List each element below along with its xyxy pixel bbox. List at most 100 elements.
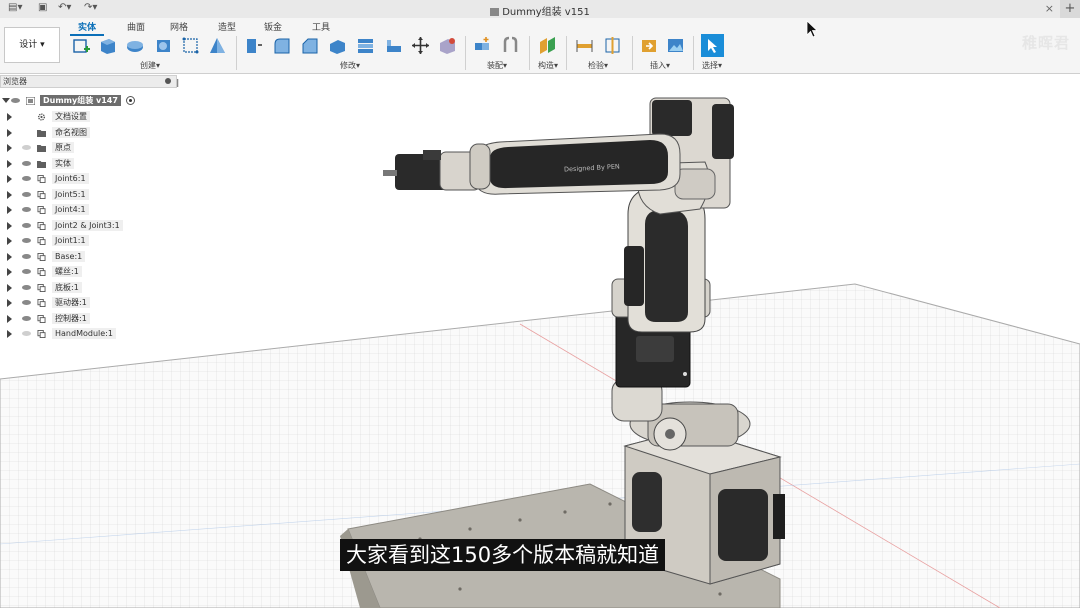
3d-viewport[interactable]: Designed By PEN	[0, 74, 1080, 608]
tab-form[interactable]: 造型	[218, 20, 236, 33]
new-tab-icon[interactable]: +	[1060, 0, 1080, 18]
measure-icon[interactable]	[575, 36, 594, 55]
ribbon-separator	[632, 36, 633, 70]
component-icon	[37, 206, 46, 214]
component-icon	[37, 330, 46, 338]
sweep-icon[interactable]	[154, 36, 173, 55]
loft-icon[interactable]	[181, 36, 200, 55]
chamfer-icon[interactable]	[300, 36, 319, 55]
component-icon	[37, 283, 46, 292]
expand-arrow-icon[interactable]	[7, 314, 12, 323]
folder-icon	[37, 160, 46, 168]
create-sketch-icon[interactable]	[72, 36, 91, 55]
shell-icon[interactable]	[328, 36, 347, 55]
expand-arrow-icon[interactable]	[7, 128, 12, 137]
expand-arrow-icon[interactable]	[7, 330, 12, 338]
visibility-eye-icon[interactable]	[22, 284, 31, 290]
browser-panel-header[interactable]: 浏览器 ❙	[0, 75, 181, 88]
tab-sheet-metal[interactable]: 钣金	[264, 20, 282, 33]
visibility-eye-icon[interactable]	[22, 331, 31, 336]
revolve-icon[interactable]	[126, 36, 145, 55]
tree-item-label: Joint5:1	[52, 188, 89, 200]
move-icon[interactable]	[411, 36, 430, 55]
tab-tools[interactable]: 工具	[312, 20, 330, 33]
panel-collapse-icon[interactable]: ❙	[174, 77, 181, 88]
group-modify[interactable]: 修改▾	[340, 60, 360, 71]
tree-root-label: Dummy组装 v147	[40, 95, 121, 106]
expand-arrow-icon[interactable]	[7, 159, 12, 168]
brand-watermark: 稚晖君	[1021, 34, 1070, 52]
pin-icon[interactable]	[165, 78, 171, 84]
group-assemble[interactable]: 装配▾	[487, 60, 507, 71]
tree-item-label: 控制器:1	[52, 312, 90, 324]
pyramid-icon[interactable]	[208, 36, 227, 55]
visibility-eye-icon[interactable]	[22, 176, 31, 181]
tab-surface[interactable]: 曲面	[127, 20, 145, 33]
appearance-icon[interactable]	[438, 36, 457, 55]
tree-item-label: 原点	[52, 142, 74, 153]
expand-arrow-icon[interactable]	[7, 283, 12, 292]
component-icon	[37, 237, 46, 245]
joint-icon[interactable]	[501, 36, 520, 55]
visibility-eye-icon[interactable]	[22, 160, 31, 166]
robot-forearm[interactable]: Designed By PEN	[474, 133, 681, 195]
expand-arrow-icon[interactable]	[7, 206, 12, 214]
group-select[interactable]: 选择▾	[702, 60, 722, 71]
tree-item-label: 命名视图	[52, 126, 90, 138]
press-pull-icon[interactable]	[244, 36, 263, 55]
expand-arrow-icon[interactable]	[7, 175, 12, 183]
visibility-eye-icon[interactable]	[22, 145, 31, 150]
tab-solid[interactable]: 实体	[70, 20, 105, 36]
expand-arrow-icon[interactable]	[7, 144, 12, 152]
visibility-eye-icon[interactable]	[22, 269, 31, 274]
align-icon[interactable]	[384, 36, 403, 55]
expand-arrow-icon[interactable]	[7, 252, 12, 261]
visibility-eye-icon[interactable]	[22, 222, 31, 228]
select-icon[interactable]	[701, 34, 724, 57]
visibility-eye-icon[interactable]	[22, 253, 31, 259]
ribbon-separator	[566, 36, 567, 70]
tree-item-label: 实体	[52, 157, 74, 169]
activate-radio-icon[interactable]	[126, 96, 135, 105]
group-create[interactable]: 创建▾	[140, 60, 160, 71]
expand-arrow-icon[interactable]	[7, 268, 12, 276]
visibility-eye-icon[interactable]	[22, 315, 31, 321]
visibility-eye-icon[interactable]	[11, 98, 20, 103]
component-icon	[37, 190, 46, 199]
tree-item-label: Joint2 & Joint3:1	[52, 219, 123, 231]
collapse-arrow-icon[interactable]	[2, 98, 10, 103]
tab-mesh[interactable]: 网格	[170, 20, 188, 33]
extrude-icon[interactable]	[98, 36, 117, 55]
fillet-icon[interactable]	[272, 36, 291, 55]
close-tab-icon[interactable]: ×	[1045, 2, 1054, 15]
insert-image-icon[interactable]	[666, 36, 685, 55]
visibility-eye-icon[interactable]	[22, 207, 31, 212]
design-file-icon	[490, 8, 500, 16]
offset-plane-icon[interactable]	[538, 36, 557, 55]
group-construct[interactable]: 构造▾	[538, 60, 558, 71]
expand-arrow-icon[interactable]	[7, 299, 12, 307]
group-insert[interactable]: 插入▾	[650, 60, 670, 71]
expand-arrow-icon[interactable]	[7, 113, 12, 121]
visibility-eye-icon[interactable]	[22, 238, 31, 243]
document-tab[interactable]: Dummy组装 v151	[0, 3, 1080, 18]
visibility-eye-icon[interactable]	[22, 191, 31, 197]
combine-icon[interactable]	[356, 36, 375, 55]
robot-wrist[interactable]	[383, 143, 491, 191]
group-inspect[interactable]: 检验▾	[588, 60, 608, 71]
new-component-icon[interactable]	[473, 36, 492, 55]
section-analysis-icon[interactable]	[603, 36, 622, 55]
component-icon	[37, 221, 46, 230]
ribbon-separator	[236, 36, 237, 70]
component-icon	[37, 252, 46, 261]
gear-icon	[37, 113, 46, 121]
tree-item-label: 底板:1	[52, 281, 82, 293]
visibility-eye-icon[interactable]	[22, 300, 31, 305]
expand-arrow-icon[interactable]	[7, 190, 12, 199]
insert-mcmaster-icon[interactable]	[640, 36, 659, 55]
title-bar: ▤▾ ▣ ↶▾ ↷▾ Dummy组装 v151 × +	[0, 0, 1080, 19]
expand-arrow-icon[interactable]	[7, 237, 12, 245]
expand-arrow-icon[interactable]	[7, 221, 12, 230]
tree-item-label: 文档设置	[52, 111, 90, 122]
workspace-switcher[interactable]: 设计 ▾	[4, 27, 60, 63]
